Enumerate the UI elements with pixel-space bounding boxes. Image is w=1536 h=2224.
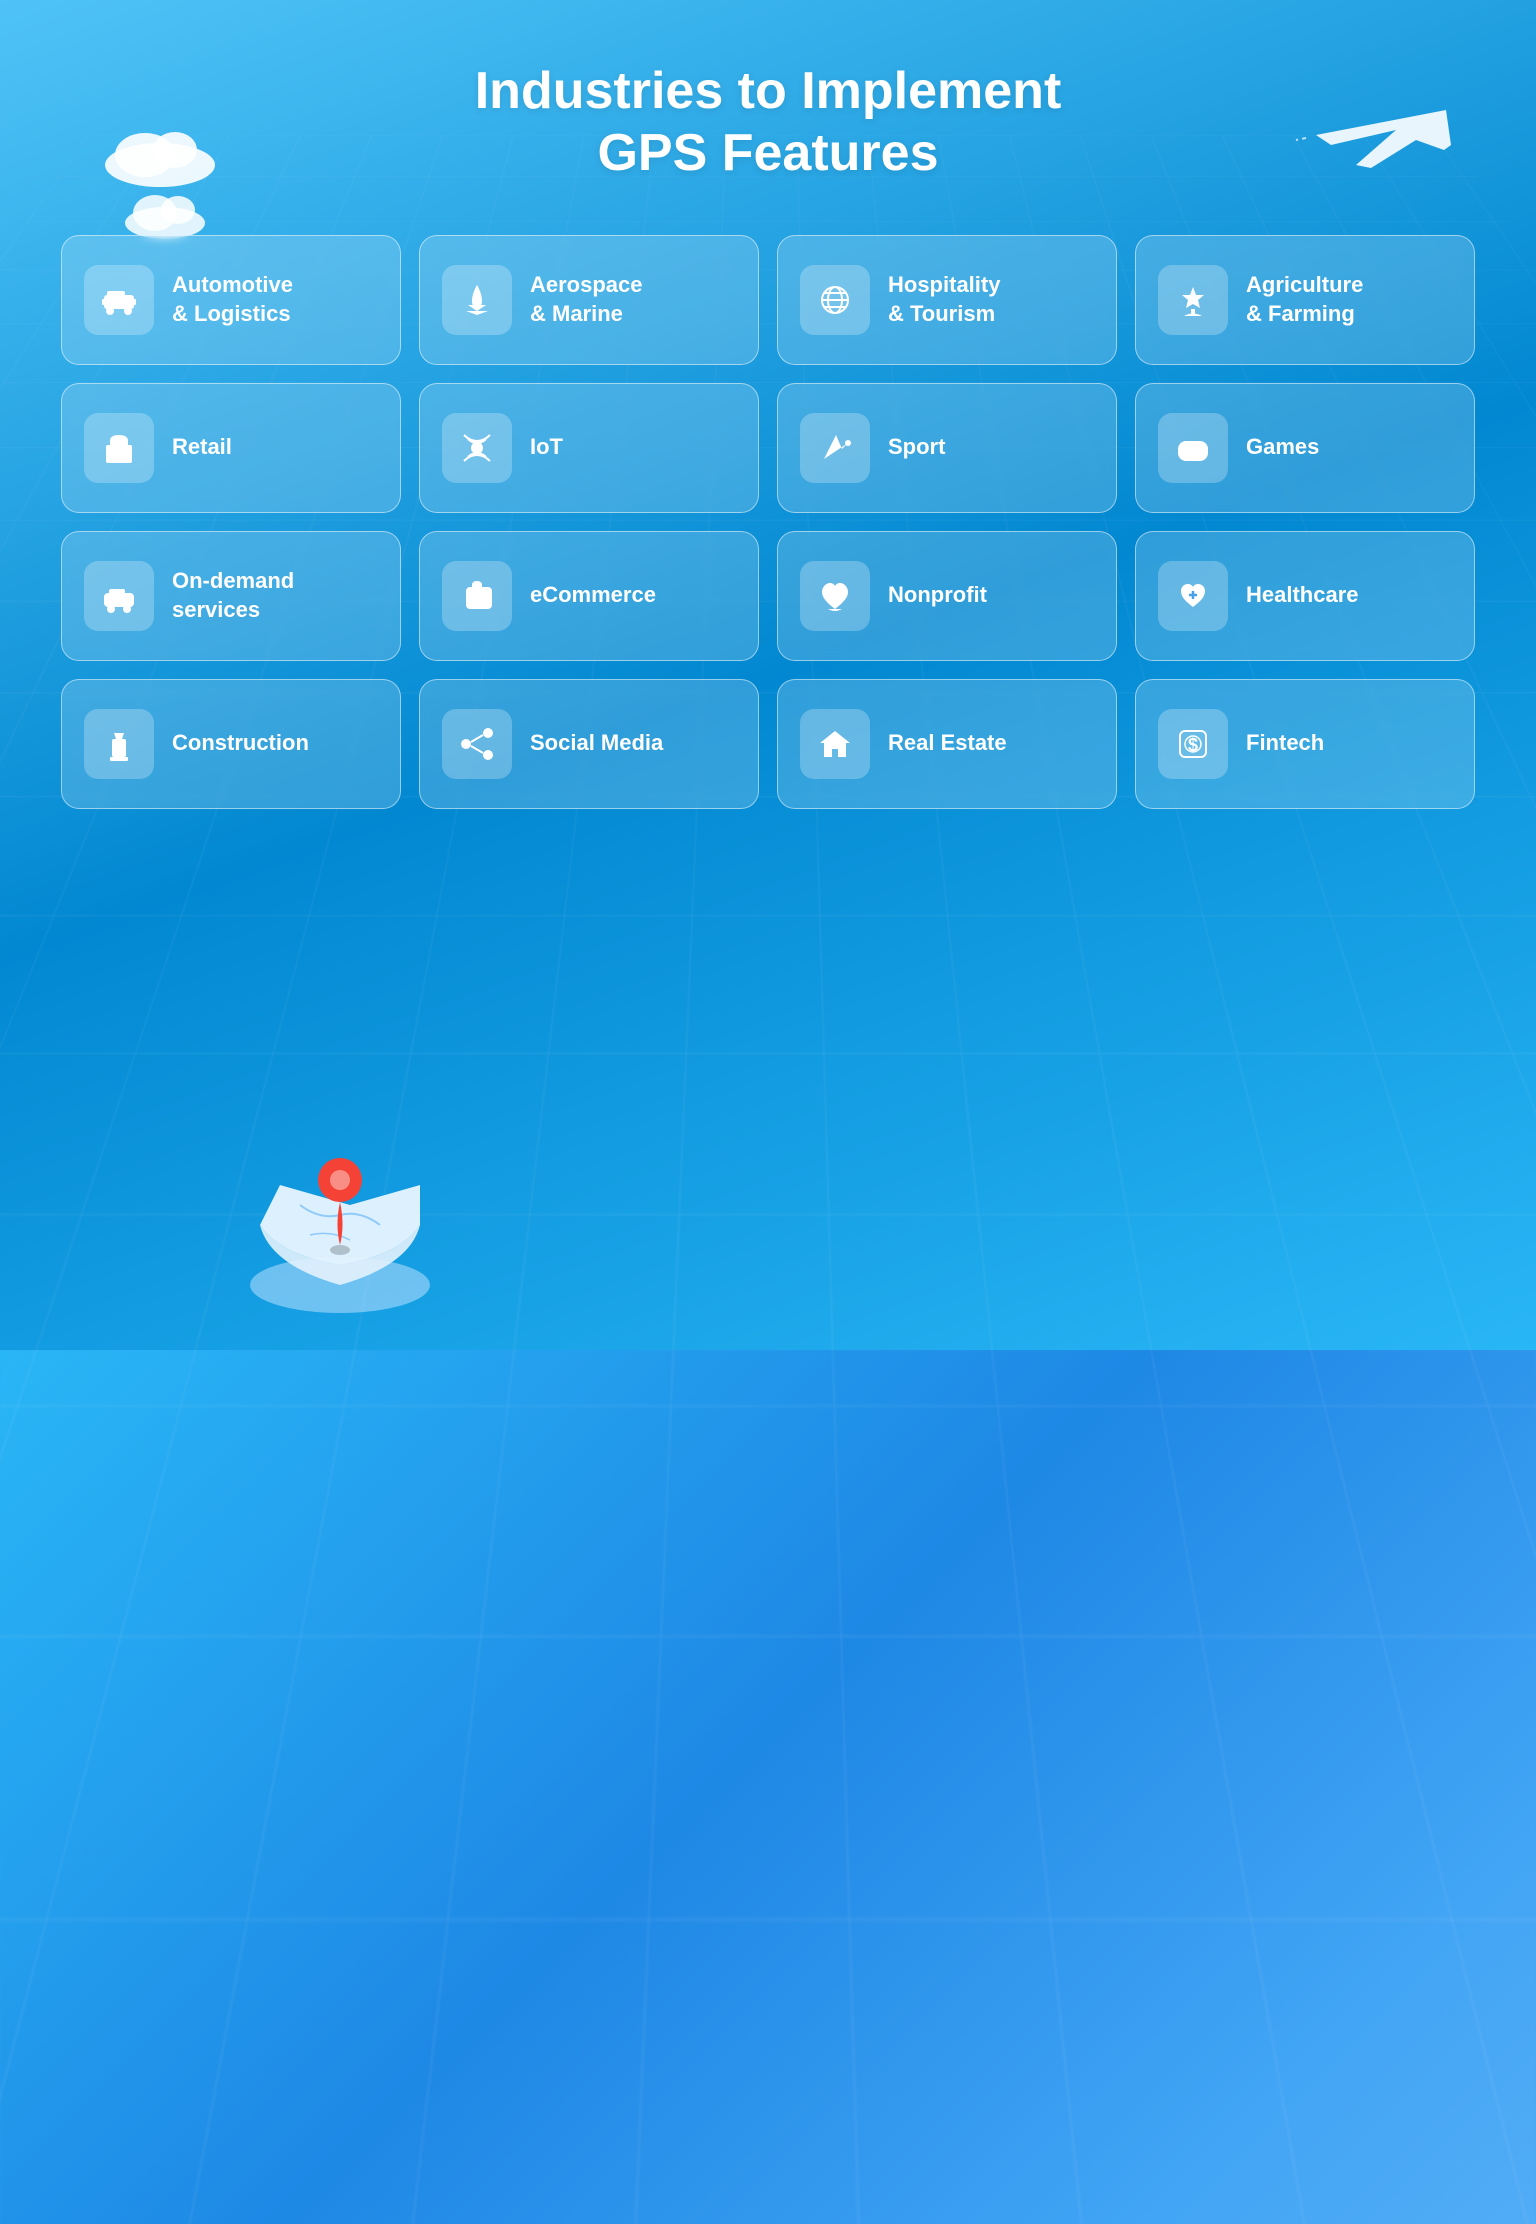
ecommerce-label: eCommerce bbox=[530, 581, 656, 610]
fintech-icon: $ bbox=[1158, 709, 1228, 779]
industry-card-sport[interactable]: Sport bbox=[777, 383, 1117, 513]
agriculture-farming-label: Agriculture& Farming bbox=[1246, 271, 1363, 328]
ecommerce-icon bbox=[442, 561, 512, 631]
industry-card-social-media[interactable]: Social Media bbox=[419, 679, 759, 809]
hospitality-tourism-icon bbox=[800, 265, 870, 335]
fintech-label: Fintech bbox=[1246, 729, 1324, 758]
industries-grid: Automotive& Logistics Aerospace& Marine Ho… bbox=[1, 235, 1535, 809]
aerospace-marine-icon bbox=[442, 265, 512, 335]
games-icon bbox=[1158, 413, 1228, 483]
industry-card-games[interactable]: Games bbox=[1135, 383, 1475, 513]
healthcare-label: Healthcare bbox=[1246, 581, 1359, 610]
sport-icon bbox=[800, 413, 870, 483]
games-label: Games bbox=[1246, 433, 1319, 462]
nonprofit-icon bbox=[800, 561, 870, 631]
industry-card-nonprofit[interactable]: Nonprofit bbox=[777, 531, 1117, 661]
real-estate-icon bbox=[800, 709, 870, 779]
social-media-icon bbox=[442, 709, 512, 779]
page-content: Industries to Implement GPS Features Aut… bbox=[0, 0, 1536, 809]
industry-card-healthcare[interactable]: Healthcare bbox=[1135, 531, 1475, 661]
industry-card-retail[interactable]: Retail bbox=[61, 383, 401, 513]
construction-icon bbox=[84, 709, 154, 779]
real-estate-label: Real Estate bbox=[888, 729, 1007, 758]
industry-card-hospitality-tourism[interactable]: Hospitality& Tourism bbox=[777, 235, 1117, 365]
industry-card-real-estate[interactable]: Real Estate bbox=[777, 679, 1117, 809]
on-demand-icon bbox=[84, 561, 154, 631]
industry-card-automotive-logistics[interactable]: Automotive& Logistics bbox=[61, 235, 401, 365]
iot-icon bbox=[442, 413, 512, 483]
page-title: Industries to Implement GPS Features bbox=[475, 60, 1062, 185]
social-media-label: Social Media bbox=[530, 729, 663, 758]
healthcare-icon bbox=[1158, 561, 1228, 631]
retail-label: Retail bbox=[172, 433, 232, 462]
map-pin-decoration bbox=[230, 1125, 450, 1330]
industry-card-construction[interactable]: Construction bbox=[61, 679, 401, 809]
retail-icon bbox=[84, 413, 154, 483]
industry-card-agriculture-farming[interactable]: Agriculture& Farming bbox=[1135, 235, 1475, 365]
agriculture-farming-icon bbox=[1158, 265, 1228, 335]
nonprofit-label: Nonprofit bbox=[888, 581, 987, 610]
construction-label: Construction bbox=[172, 729, 309, 758]
hospitality-tourism-label: Hospitality& Tourism bbox=[888, 271, 1000, 328]
on-demand-label: On-demandservices bbox=[172, 567, 294, 624]
aerospace-marine-label: Aerospace& Marine bbox=[530, 271, 643, 328]
industry-card-aerospace-marine[interactable]: Aerospace& Marine bbox=[419, 235, 759, 365]
industry-card-on-demand[interactable]: On-demandservices bbox=[61, 531, 401, 661]
automotive-logistics-icon bbox=[84, 265, 154, 335]
sport-label: Sport bbox=[888, 433, 945, 462]
iot-label: IoT bbox=[530, 433, 563, 462]
industry-card-fintech[interactable]: $ Fintech bbox=[1135, 679, 1475, 809]
automotive-logistics-label: Automotive& Logistics bbox=[172, 271, 293, 328]
industry-card-ecommerce[interactable]: eCommerce bbox=[419, 531, 759, 661]
industry-card-iot[interactable]: IoT bbox=[419, 383, 759, 513]
